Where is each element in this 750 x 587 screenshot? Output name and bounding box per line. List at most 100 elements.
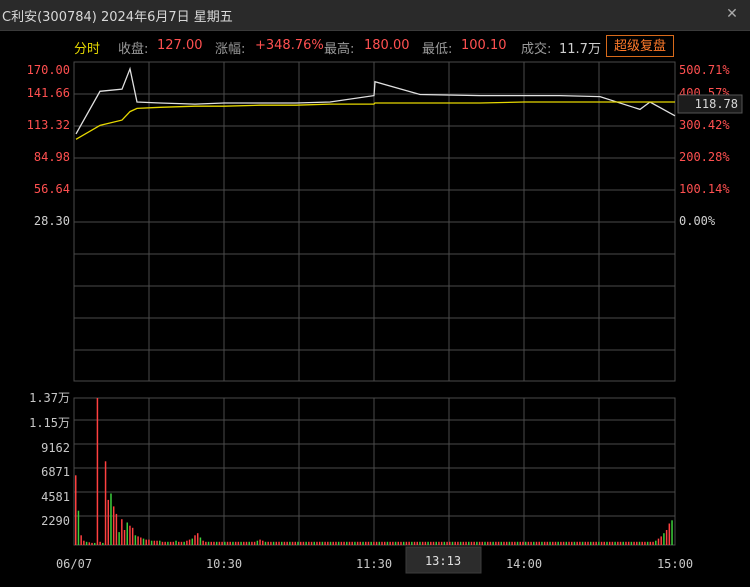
volume-bar: [351, 541, 353, 545]
price-tick-label: 141.66: [27, 86, 70, 100]
volume-bar: [524, 541, 527, 545]
volume-bar: [335, 541, 337, 545]
volume-bar: [573, 541, 576, 545]
volume-bar: [104, 461, 107, 545]
volume-bar: [283, 541, 286, 545]
volume-bar: [153, 540, 156, 545]
volume-bar: [186, 540, 188, 545]
volume-bar: [159, 540, 161, 545]
volume-bar: [259, 539, 261, 545]
volume-bar: [316, 541, 318, 545]
volume-bar: [381, 541, 383, 545]
volume-bar: [663, 533, 665, 545]
volume-bar: [549, 541, 551, 545]
volume-bar: [541, 541, 543, 545]
volume-bar: [302, 541, 305, 545]
volume-bar: [646, 541, 649, 545]
volume-bar: [121, 519, 123, 545]
volume-bar: [196, 533, 199, 545]
volume-bar: [348, 541, 351, 545]
volume-bar: [530, 541, 532, 545]
volume-bar: [164, 541, 166, 545]
volume-bar: [180, 541, 183, 545]
volume-bar: [571, 541, 573, 545]
volume-bar: [497, 541, 500, 545]
volume-bar: [167, 541, 169, 545]
volume-bar: [370, 541, 372, 545]
volume-tick-label: 6871: [41, 465, 70, 479]
volume-bar: [99, 541, 101, 545]
pct-tick-label: 0.00%: [679, 214, 716, 228]
volume-bar: [652, 541, 654, 545]
volume-bar: [75, 475, 77, 545]
volume-bar: [305, 541, 307, 545]
volume-bar: [126, 522, 128, 545]
volume-bar: [318, 541, 321, 545]
volume-bar: [137, 536, 139, 545]
volume-bar: [473, 541, 475, 545]
volume-bar: [638, 541, 641, 545]
volume-bar: [280, 541, 283, 545]
volume-bar: [671, 520, 673, 545]
pct-tick-label: 100.14%: [679, 182, 730, 196]
volume-bar: [533, 541, 535, 545]
volume-bar: [617, 541, 619, 545]
volume-bar: [603, 541, 606, 545]
volume-bar: [484, 541, 486, 545]
volume-bar: [134, 535, 137, 545]
volume-bar: [454, 541, 456, 545]
volume-bar: [508, 541, 511, 545]
volume-bar: [207, 541, 210, 545]
volume-bar: [267, 541, 269, 545]
volume-bar: [424, 541, 427, 545]
volume-bar: [430, 541, 432, 545]
volume-bar: [112, 506, 115, 545]
volume-bar: [622, 541, 624, 545]
time-tick-label: 06/07: [56, 557, 92, 571]
volume-bar: [538, 541, 540, 545]
volume-bar: [397, 541, 400, 545]
volume-bar: [226, 541, 229, 545]
volume-bar: [402, 541, 405, 545]
volume-bar: [657, 538, 660, 545]
volume-bar: [522, 541, 524, 545]
volume-bar: [373, 541, 375, 545]
volume-bar: [587, 541, 589, 545]
volume-bar: [178, 541, 180, 545]
volume-bar: [229, 541, 231, 545]
volume-bar: [489, 541, 492, 545]
volume-bar: [297, 541, 299, 545]
volume-bar: [148, 539, 150, 545]
volume-bar: [481, 541, 484, 545]
volume-bar: [378, 541, 381, 545]
volume-bar: [156, 540, 158, 545]
volume-tick-label: 9162: [41, 441, 70, 455]
volume-bar: [465, 541, 467, 545]
volume-bar: [419, 541, 421, 545]
volume-bar: [215, 541, 218, 545]
volume-bar: [202, 540, 204, 545]
volume-bar: [313, 541, 316, 545]
intraday-chart[interactable]: 170.00 141.66 113.32 84.98 56.64 28.30 500.71%…: [0, 0, 750, 587]
volume-bar: [584, 541, 587, 545]
volume-bar: [449, 541, 451, 545]
volume-bar: [172, 541, 175, 545]
volume-bar: [557, 541, 559, 545]
volume-bar: [102, 542, 104, 545]
volume-bar: [443, 541, 446, 545]
volume-bar: [476, 541, 478, 545]
volume-bar: [633, 541, 635, 545]
volume-bar: [88, 542, 91, 545]
volume-bar: [129, 525, 131, 545]
volume-bar: [514, 541, 516, 545]
volume-bar: [289, 541, 291, 545]
volume-bar: [275, 541, 278, 545]
volume-bar: [91, 542, 93, 545]
volume-bar: [519, 541, 521, 545]
volume-bar: [264, 541, 267, 545]
volume-bar: [595, 541, 597, 545]
volume-bar: [565, 541, 568, 545]
volume-bar: [630, 541, 633, 545]
volume-bar: [581, 541, 584, 545]
volume-bar: [636, 541, 638, 545]
